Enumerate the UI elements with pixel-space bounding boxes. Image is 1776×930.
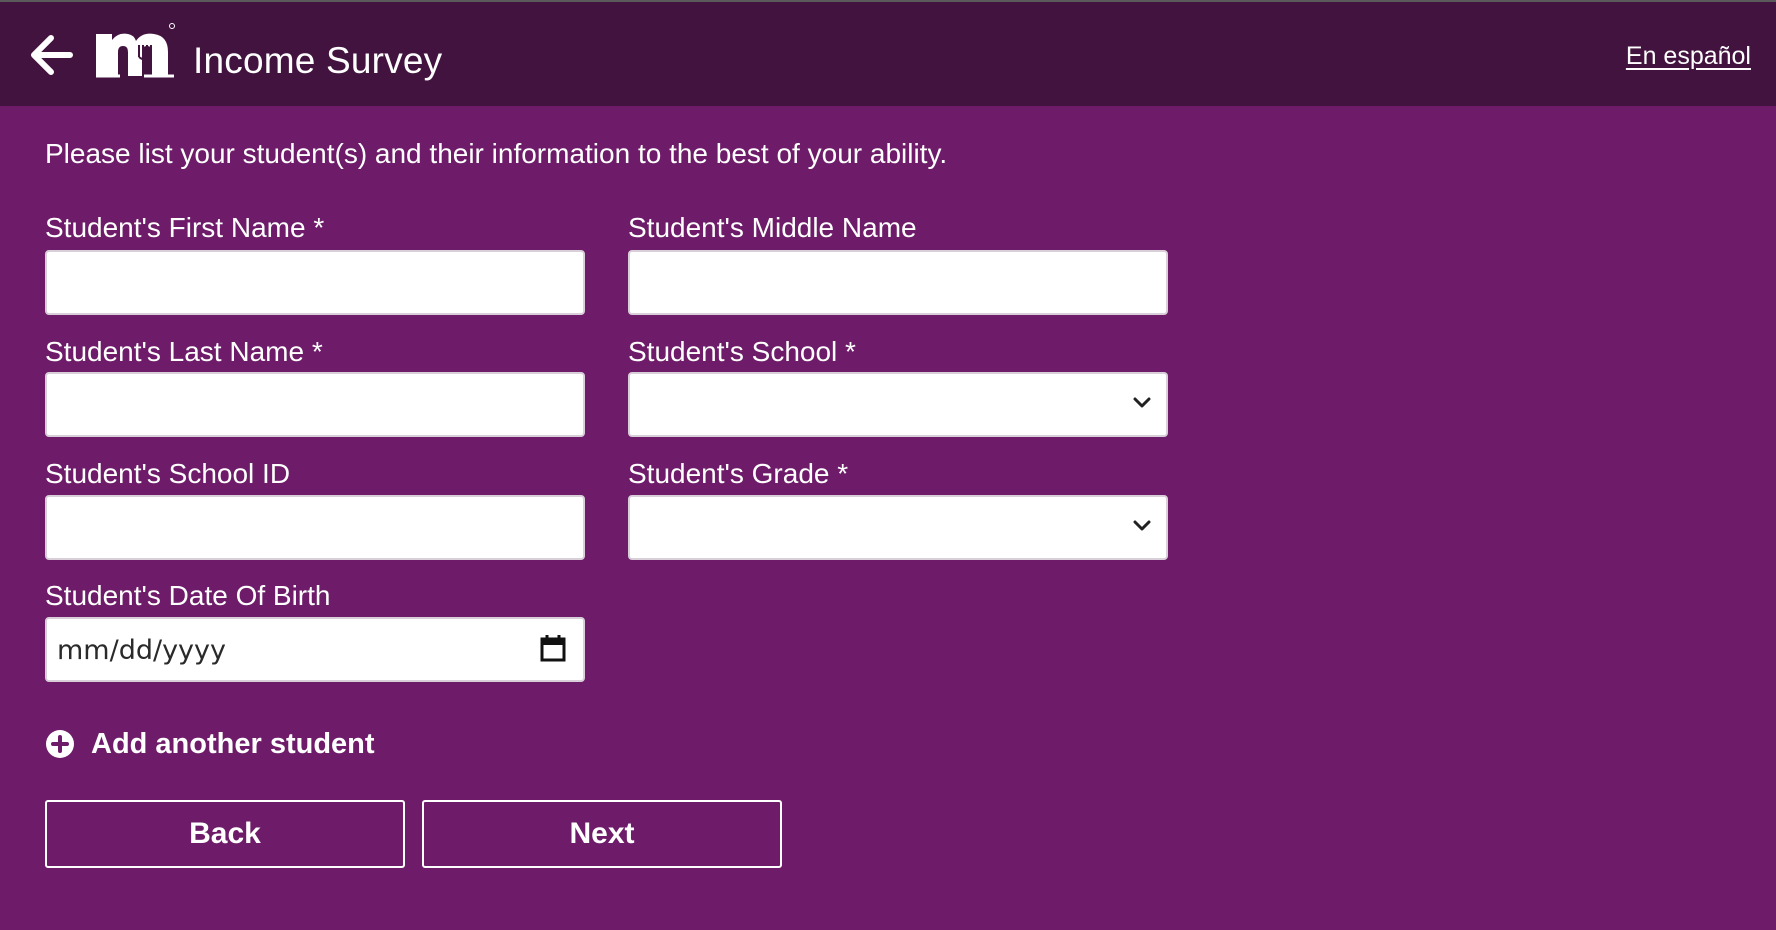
add-another-student-label: Add another student [91, 727, 375, 760]
grade-select[interactable] [628, 495, 1168, 560]
middle-name-label: Student's Middle Name [628, 212, 917, 243]
dob-label: Student's Date Of Birth [45, 580, 331, 611]
back-arrow-icon[interactable] [26, 30, 76, 80]
first-name-label: Student's First Name * [45, 212, 325, 243]
back-button[interactable]: Back [45, 800, 405, 868]
school-id-label: Student's School ID [45, 458, 291, 489]
page-title: Income Survey [193, 40, 443, 81]
dob-input[interactable]: mm/dd/yyyy [45, 617, 585, 682]
spanish-language-link[interactable]: En español [1626, 42, 1751, 71]
last-name-input[interactable] [45, 372, 585, 437]
calendar-icon[interactable] [539, 633, 567, 663]
school-id-input[interactable] [45, 495, 585, 560]
school-select[interactable] [628, 372, 1168, 437]
middle-name-input[interactable] [628, 250, 1168, 315]
app-header: Income Survey En español [0, 2, 1776, 106]
next-button[interactable]: Next [422, 800, 782, 868]
school-label: Student's School * [628, 336, 856, 367]
grade-label: Student's Grade * [628, 458, 849, 489]
add-another-student-button[interactable]: Add another student [45, 727, 375, 761]
instructions-text: Please list your student(s) and their in… [45, 138, 948, 169]
dob-placeholder: mm/dd/yyyy [57, 635, 226, 666]
chevron-down-icon [1133, 520, 1151, 531]
first-name-input[interactable] [45, 250, 585, 315]
logo-icon [96, 23, 175, 78]
chevron-down-icon [1133, 397, 1151, 408]
plus-circle-icon [46, 730, 74, 758]
last-name-label: Student's Last Name * [45, 336, 323, 367]
